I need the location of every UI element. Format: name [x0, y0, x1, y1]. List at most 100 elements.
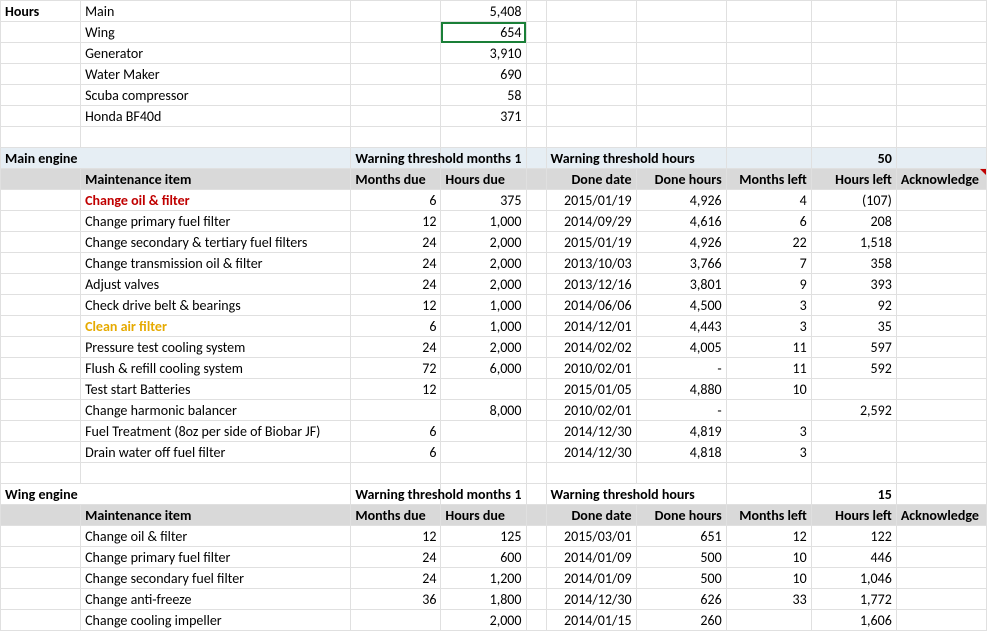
done-hours[interactable]: 4,819 [636, 421, 726, 442]
hours-left[interactable]: 1,046 [811, 568, 896, 589]
done-hours[interactable]: 4,926 [636, 232, 726, 253]
hours-due[interactable] [441, 421, 526, 442]
months-left[interactable] [726, 610, 811, 631]
done-date[interactable]: 2014/01/15 [546, 610, 636, 631]
done-hours[interactable]: 3,766 [636, 253, 726, 274]
months-due[interactable]: 6 [351, 421, 441, 442]
done-hours[interactable]: 4,443 [636, 316, 726, 337]
done-date[interactable]: 2014/12/30 [546, 421, 636, 442]
done-date[interactable]: 2015/03/01 [546, 526, 636, 547]
months-due[interactable]: 12 [351, 379, 441, 400]
hours-due[interactable]: 2,000 [441, 610, 526, 631]
hours-item-value[interactable]: 371 [441, 106, 526, 127]
done-date[interactable]: 2014/01/09 [546, 568, 636, 589]
done-date[interactable]: 2015/01/19 [546, 190, 636, 211]
done-hours[interactable]: 651 [636, 526, 726, 547]
months-due[interactable]: 36 [351, 589, 441, 610]
months-left[interactable]: 12 [726, 526, 811, 547]
maint-item[interactable]: Test start Batteries [81, 379, 351, 400]
months-left[interactable]: 10 [726, 547, 811, 568]
maint-item[interactable]: Drain water off fuel filter [81, 442, 351, 463]
hours-left[interactable]: 1,772 [811, 589, 896, 610]
hours-due[interactable]: 2,000 [441, 232, 526, 253]
hours-item-value[interactable]: 3,910 [441, 43, 526, 64]
done-hours[interactable]: 4,500 [636, 295, 726, 316]
months-due[interactable]: 24 [351, 568, 441, 589]
months-left[interactable]: 10 [726, 568, 811, 589]
wth-value[interactable]: 15 [811, 484, 896, 505]
months-due[interactable] [351, 610, 441, 631]
hours-due[interactable]: 1,000 [441, 316, 526, 337]
maint-item[interactable]: Adjust valves [81, 274, 351, 295]
wth-value[interactable]: 50 [811, 148, 896, 169]
months-due[interactable]: 72 [351, 358, 441, 379]
acknowledge-cell[interactable] [896, 610, 986, 631]
maint-item[interactable]: Change anti-freeze [81, 589, 351, 610]
hours-due[interactable]: 600 [441, 547, 526, 568]
acknowledge-cell[interactable] [896, 400, 986, 421]
done-date[interactable]: 2014/12/30 [546, 589, 636, 610]
months-left[interactable]: 3 [726, 295, 811, 316]
months-left[interactable]: 3 [726, 442, 811, 463]
acknowledge-cell[interactable] [896, 232, 986, 253]
hours-due[interactable]: 6,000 [441, 358, 526, 379]
done-hours[interactable]: 4,005 [636, 337, 726, 358]
maint-item[interactable]: Change primary fuel filter [81, 211, 351, 232]
months-left[interactable]: 11 [726, 337, 811, 358]
maint-item[interactable]: Check drive belt & bearings [81, 295, 351, 316]
acknowledge-cell[interactable] [896, 442, 986, 463]
months-due[interactable]: 24 [351, 253, 441, 274]
hours-left[interactable] [811, 421, 896, 442]
done-hours[interactable]: 3,801 [636, 274, 726, 295]
months-left[interactable]: 10 [726, 379, 811, 400]
done-date[interactable]: 2015/01/19 [546, 232, 636, 253]
hours-due[interactable]: 2,000 [441, 337, 526, 358]
hours-left[interactable]: 592 [811, 358, 896, 379]
done-date[interactable]: 2014/01/09 [546, 547, 636, 568]
months-due[interactable]: 6 [351, 316, 441, 337]
hours-left[interactable]: 1,606 [811, 610, 896, 631]
hours-left[interactable] [811, 442, 896, 463]
hours-left[interactable]: 358 [811, 253, 896, 274]
hours-left[interactable]: (107) [811, 190, 896, 211]
months-left[interactable]: 7 [726, 253, 811, 274]
maint-item[interactable]: Change secondary fuel filter [81, 568, 351, 589]
maint-item[interactable]: Change oil & filter [81, 526, 351, 547]
months-left[interactable] [726, 400, 811, 421]
hours-item-value[interactable]: 58 [441, 85, 526, 106]
maint-item[interactable]: Clean air filter [81, 316, 351, 337]
spreadsheet-grid[interactable]: HoursMain5,408Wing654Generator3,910Water… [0, 0, 987, 631]
hours-left[interactable]: 446 [811, 547, 896, 568]
hours-left[interactable]: 393 [811, 274, 896, 295]
done-hours[interactable]: - [636, 358, 726, 379]
maint-item[interactable]: Change harmonic balancer [81, 400, 351, 421]
done-hours[interactable]: 4,616 [636, 211, 726, 232]
hours-left[interactable]: 208 [811, 211, 896, 232]
acknowledge-cell[interactable] [896, 295, 986, 316]
months-left[interactable]: 4 [726, 190, 811, 211]
months-due[interactable]: 12 [351, 211, 441, 232]
maint-item[interactable]: Fuel Treatment (8oz per side of Biobar J… [81, 421, 351, 442]
done-hours[interactable]: 4,818 [636, 442, 726, 463]
hours-left[interactable]: 35 [811, 316, 896, 337]
months-left[interactable]: 6 [726, 211, 811, 232]
done-date[interactable]: 2014/09/29 [546, 211, 636, 232]
hours-left[interactable]: 122 [811, 526, 896, 547]
hours-left[interactable]: 2,592 [811, 400, 896, 421]
hours-due[interactable]: 2,000 [441, 253, 526, 274]
hours-item-value[interactable]: 5,408 [441, 1, 526, 22]
acknowledge-cell[interactable] [896, 358, 986, 379]
acknowledge-cell[interactable] [896, 337, 986, 358]
done-date[interactable]: 2013/12/16 [546, 274, 636, 295]
done-hours[interactable]: 626 [636, 589, 726, 610]
acknowledge-cell[interactable] [896, 190, 986, 211]
acknowledge-cell[interactable] [896, 253, 986, 274]
months-left[interactable]: 3 [726, 421, 811, 442]
acknowledge-cell[interactable] [896, 568, 986, 589]
done-hours[interactable]: 260 [636, 610, 726, 631]
months-due[interactable]: 6 [351, 442, 441, 463]
done-date[interactable]: 2015/01/05 [546, 379, 636, 400]
maint-item[interactable]: Flush & refill cooling system [81, 358, 351, 379]
hours-due[interactable] [441, 379, 526, 400]
acknowledge-cell[interactable] [896, 526, 986, 547]
